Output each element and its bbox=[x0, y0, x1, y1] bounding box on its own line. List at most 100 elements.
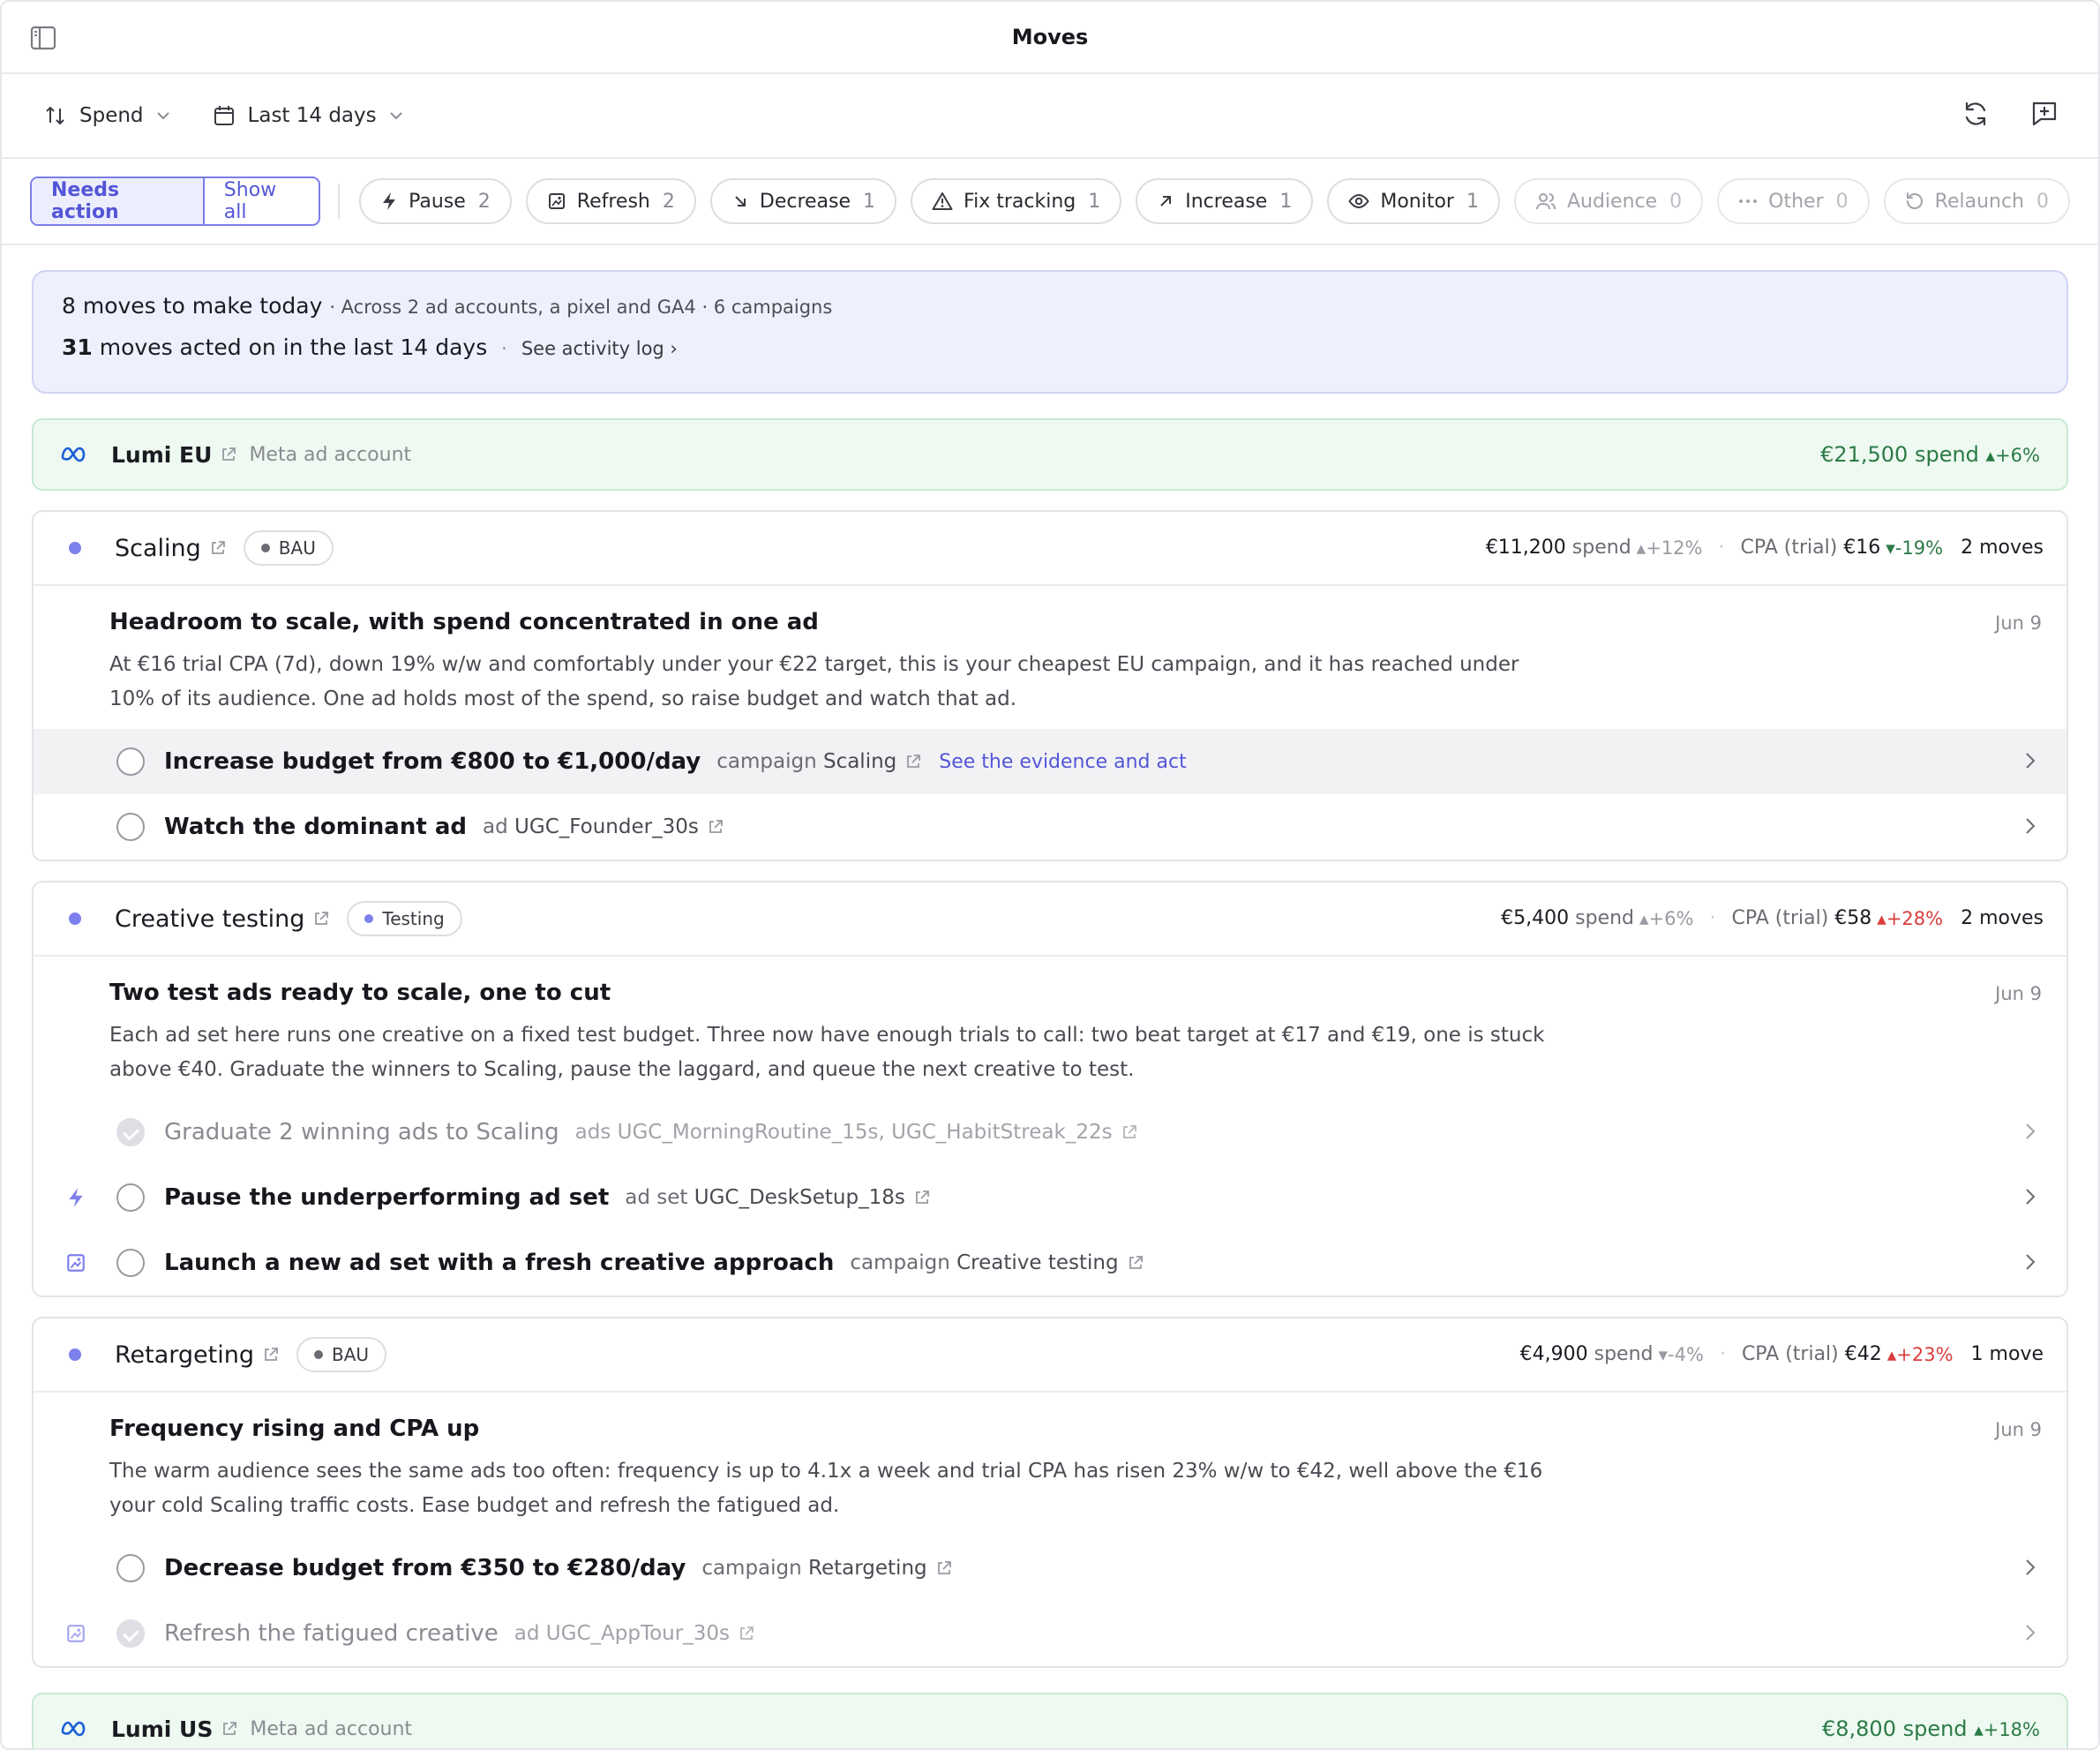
campaign-header[interactable]: Creative testing Testing €5,400 spend ▴+… bbox=[34, 883, 2066, 957]
status-dot bbox=[69, 542, 81, 554]
feedback-icon[interactable] bbox=[2029, 99, 2059, 129]
cpa-change: ▴+23% bbox=[1886, 1343, 1954, 1365]
filter-chip-increase[interactable]: Increase 1 bbox=[1136, 178, 1314, 224]
needs-action-tab[interactable]: Needs action bbox=[32, 178, 205, 224]
external-link-icon[interactable] bbox=[739, 1626, 754, 1641]
external-link-icon[interactable] bbox=[708, 819, 724, 835]
chip-count: 1 bbox=[1466, 190, 1479, 213]
rotate-ccw-icon bbox=[1906, 192, 1923, 209]
action-row[interactable]: Increase budget from €800 to €1,000/day … bbox=[34, 729, 2066, 794]
action-checkbox-checked[interactable] bbox=[116, 1118, 145, 1146]
action-title: Refresh the fatigued creative bbox=[164, 1620, 499, 1647]
filter-chip-other[interactable]: Other 0 bbox=[1717, 178, 1870, 224]
spend-change: ▾-4% bbox=[1658, 1343, 1704, 1365]
calendar-icon bbox=[214, 106, 234, 125]
arrow-down-right-icon bbox=[735, 196, 746, 207]
external-link-icon[interactable] bbox=[1121, 1124, 1137, 1140]
chip-label: Monitor bbox=[1380, 190, 1454, 213]
object-type: ads bbox=[574, 1121, 611, 1144]
external-link-icon[interactable] bbox=[905, 754, 921, 770]
spend-value: €4,900 bbox=[1519, 1343, 1588, 1365]
insight-date: Jun 9 bbox=[1995, 983, 2042, 1004]
action-object: ad UGC_AppTour_30s bbox=[514, 1622, 730, 1645]
external-link-icon[interactable] bbox=[313, 911, 329, 927]
account-spend: €21,500 spend ▴+6% bbox=[1820, 442, 2040, 467]
sidebar-toggle-icon[interactable] bbox=[30, 25, 56, 51]
action-object: ad set UGC_DeskSetup_18s bbox=[625, 1186, 905, 1209]
chevron-right-icon bbox=[2026, 1189, 2036, 1205]
action-row[interactable]: Watch the dominant ad ad UGC_Founder_30s bbox=[34, 794, 2066, 860]
eye-icon bbox=[1348, 193, 1370, 209]
date-range-label: Last 14 days bbox=[247, 104, 377, 127]
campaign-header[interactable]: Retargeting BAU €4,900 spend ▾-4% · CPA … bbox=[34, 1318, 2066, 1393]
action-title: Graduate 2 winning ads to Scaling bbox=[164, 1119, 559, 1145]
external-link-icon[interactable] bbox=[221, 1721, 237, 1737]
spend-label: spend bbox=[1575, 907, 1635, 929]
activity-log-link[interactable]: See activity log › bbox=[521, 338, 678, 359]
badge-dot bbox=[364, 914, 374, 923]
chip-count: 0 bbox=[1835, 190, 1849, 213]
filter-chip-pause[interactable]: Pause 2 bbox=[359, 178, 512, 224]
filter-chip-fix-tracking[interactable]: Fix tracking 1 bbox=[911, 178, 1122, 224]
action-object: campaign Retargeting bbox=[701, 1557, 926, 1580]
date-range-dropdown[interactable]: Last 14 days bbox=[213, 104, 403, 127]
filter-chip-audience[interactable]: Audience 0 bbox=[1513, 178, 1704, 224]
spend-value: €5,400 bbox=[1501, 907, 1570, 929]
today-text: moves to make today bbox=[82, 293, 323, 319]
more-horizontal-icon bbox=[1739, 199, 1758, 203]
action-object: campaign Scaling bbox=[716, 750, 896, 773]
filter-chip-decrease[interactable]: Decrease 1 bbox=[709, 178, 897, 224]
object-type: ad bbox=[483, 815, 508, 838]
cpa-label: CPA (trial) bbox=[1731, 907, 1829, 929]
campaign-stats: €4,900 spend ▾-4% · CPA (trial) €42 ▴+23… bbox=[1519, 1343, 2044, 1365]
external-link-icon[interactable] bbox=[936, 1560, 952, 1576]
filter-chip-refresh[interactable]: Refresh 2 bbox=[525, 178, 696, 224]
filter-chip-monitor[interactable]: Monitor 1 bbox=[1327, 178, 1500, 224]
action-row[interactable]: Decrease budget from €350 to €280/day ca… bbox=[34, 1536, 2066, 1601]
refresh-icon[interactable] bbox=[1961, 99, 1991, 129]
action-row[interactable]: Graduate 2 winning ads to Scaling ads UG… bbox=[34, 1100, 2066, 1165]
evidence-link[interactable]: See the evidence and act bbox=[939, 751, 1186, 773]
action-row[interactable]: Pause the underperforming ad set ad set … bbox=[34, 1165, 2066, 1230]
moves-list: 8 moves to make today · Across 2 ad acco… bbox=[2, 245, 2098, 1748]
action-row[interactable]: Refresh the fatigued creative ad UGC_App… bbox=[34, 1601, 2066, 1666]
filter-chip-relaunch[interactable]: Relaunch 0 bbox=[1883, 178, 2070, 224]
title-bar: Moves bbox=[2, 2, 2098, 74]
object-type: campaign bbox=[716, 750, 817, 773]
campaign-badge: BAU bbox=[243, 530, 334, 566]
moves-window: Moves Spend Last 14 days Needs action Sh… bbox=[0, 0, 2100, 1750]
account-header-lumi-eu[interactable]: Lumi EU Meta ad account €21,500 spend ▴+… bbox=[32, 418, 2068, 491]
action-checkbox[interactable] bbox=[116, 1554, 145, 1582]
spend-change: ▴+6% bbox=[1639, 907, 1694, 929]
action-checkbox[interactable] bbox=[116, 747, 145, 776]
spend-value: €11,200 bbox=[1485, 537, 1566, 559]
insight-title: Frequency rising and CPA up bbox=[109, 1416, 480, 1442]
badge-label: Testing bbox=[382, 908, 445, 929]
action-row[interactable]: Launch a new ad set with a fresh creativ… bbox=[34, 1230, 2066, 1296]
chip-count: 0 bbox=[2036, 190, 2049, 213]
warning-icon bbox=[932, 192, 953, 210]
object-name: UGC_DeskSetup_18s bbox=[694, 1186, 905, 1209]
external-link-icon[interactable] bbox=[914, 1190, 930, 1205]
sort-dropdown[interactable]: Spend bbox=[44, 104, 170, 127]
external-link-icon[interactable] bbox=[210, 540, 226, 556]
external-link-icon[interactable] bbox=[221, 447, 236, 462]
show-all-tab[interactable]: Show all bbox=[205, 178, 319, 224]
toolbar: Spend Last 14 days bbox=[2, 74, 2098, 159]
campaign-card-creative-testing: Creative testing Testing €5,400 spend ▴+… bbox=[32, 881, 2068, 1297]
badge-dot bbox=[260, 544, 270, 552]
badge-dot bbox=[314, 1350, 324, 1359]
insight-body: At €16 trial CPA (7d), down 19% w/w and … bbox=[109, 653, 1519, 710]
campaign-header[interactable]: Scaling BAU €11,200 spend ▴+12% · CPA (t… bbox=[34, 512, 2066, 586]
cpa-label: CPA (trial) bbox=[1740, 537, 1838, 559]
action-checkbox[interactable] bbox=[116, 1183, 145, 1212]
action-checkbox[interactable] bbox=[116, 813, 145, 841]
chip-label: Pause bbox=[409, 190, 466, 213]
action-checkbox[interactable] bbox=[116, 1249, 145, 1277]
external-link-icon[interactable] bbox=[263, 1347, 279, 1363]
account-header-lumi-us[interactable]: Lumi US Meta ad account €8,800 spend ▴+1… bbox=[32, 1693, 2068, 1748]
chip-count: 1 bbox=[1088, 190, 1101, 213]
action-checkbox-checked[interactable] bbox=[116, 1619, 145, 1648]
external-link-icon[interactable] bbox=[1128, 1255, 1144, 1271]
campaign-stats: €5,400 spend ▴+6% · CPA (trial) €58 ▴+28… bbox=[1501, 907, 2044, 929]
